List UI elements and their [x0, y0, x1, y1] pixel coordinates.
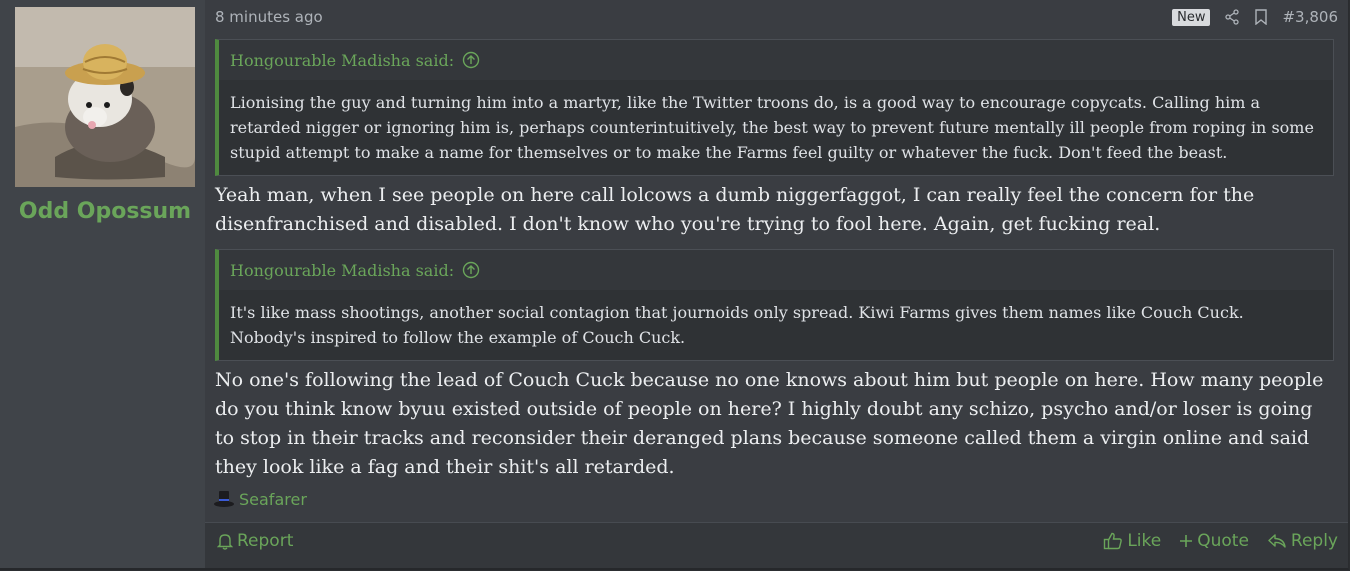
- arrow-up-circle-icon[interactable]: [462, 51, 480, 69]
- reply-text-2: No one's following the lead of Couch Cuc…: [215, 369, 1324, 478]
- bookmark-icon[interactable]: [1254, 9, 1268, 25]
- quote-block-2: Hongourable Madisha said: It's like mass…: [215, 249, 1334, 361]
- reply-arrow-icon: [1267, 533, 1287, 549]
- post: Odd Opossum 8 minutes ago New #3,806 Hon…: [0, 0, 1349, 570]
- share-icon[interactable]: [1224, 9, 1240, 25]
- quote-header-2[interactable]: Hongourable Madisha said:: [219, 250, 1333, 290]
- top-hat-icon: [213, 489, 235, 509]
- post-timestamp[interactable]: 8 minutes ago: [215, 8, 323, 26]
- post-number-link[interactable]: #3,806: [1282, 8, 1338, 26]
- reply-text-1: Yeah man, when I see people on here call…: [215, 184, 1255, 235]
- new-badge: New: [1172, 8, 1211, 26]
- post-footer: Report Like Quote Reply: [205, 522, 1348, 568]
- report-label: Report: [237, 531, 294, 551]
- quote-block-1: Hongourable Madisha said: Lionising the …: [215, 39, 1334, 176]
- thumbs-up-icon: [1103, 532, 1123, 550]
- avatar[interactable]: [15, 7, 195, 187]
- bell-icon: [217, 532, 233, 550]
- quote-author-1[interactable]: Hongourable Madisha said:: [230, 51, 454, 70]
- like-button[interactable]: Like: [1103, 531, 1161, 551]
- banner-label: Seafarer: [239, 489, 307, 509]
- post-actions: Like Quote Reply: [1103, 531, 1338, 551]
- post-meta-actions: New #3,806: [1172, 8, 1338, 26]
- quote-text-2: It's like mass shootings, another social…: [230, 303, 1244, 347]
- plus-icon: [1179, 534, 1193, 548]
- quote-button[interactable]: Quote: [1179, 531, 1249, 551]
- quote-header-1[interactable]: Hongourable Madisha said:: [219, 40, 1333, 80]
- quote-label: Quote: [1197, 531, 1249, 551]
- reply-label: Reply: [1290, 531, 1338, 551]
- quote-text-1: Lionising the guy and turning him into a…: [230, 93, 1314, 162]
- arrow-up-circle-icon[interactable]: [462, 261, 480, 279]
- report-button[interactable]: Report: [217, 531, 293, 551]
- like-label: Like: [1127, 531, 1162, 551]
- reply-button[interactable]: Reply: [1267, 531, 1338, 551]
- username[interactable]: Odd Opossum: [0, 199, 210, 224]
- user-banner[interactable]: Seafarer: [213, 489, 307, 509]
- post-main: 8 minutes ago New #3,806 Hongourable Mad…: [205, 0, 1348, 568]
- user-column: Odd Opossum: [0, 0, 205, 568]
- quote-author-2[interactable]: Hongourable Madisha said:: [230, 261, 454, 280]
- avatar-image: [15, 7, 195, 187]
